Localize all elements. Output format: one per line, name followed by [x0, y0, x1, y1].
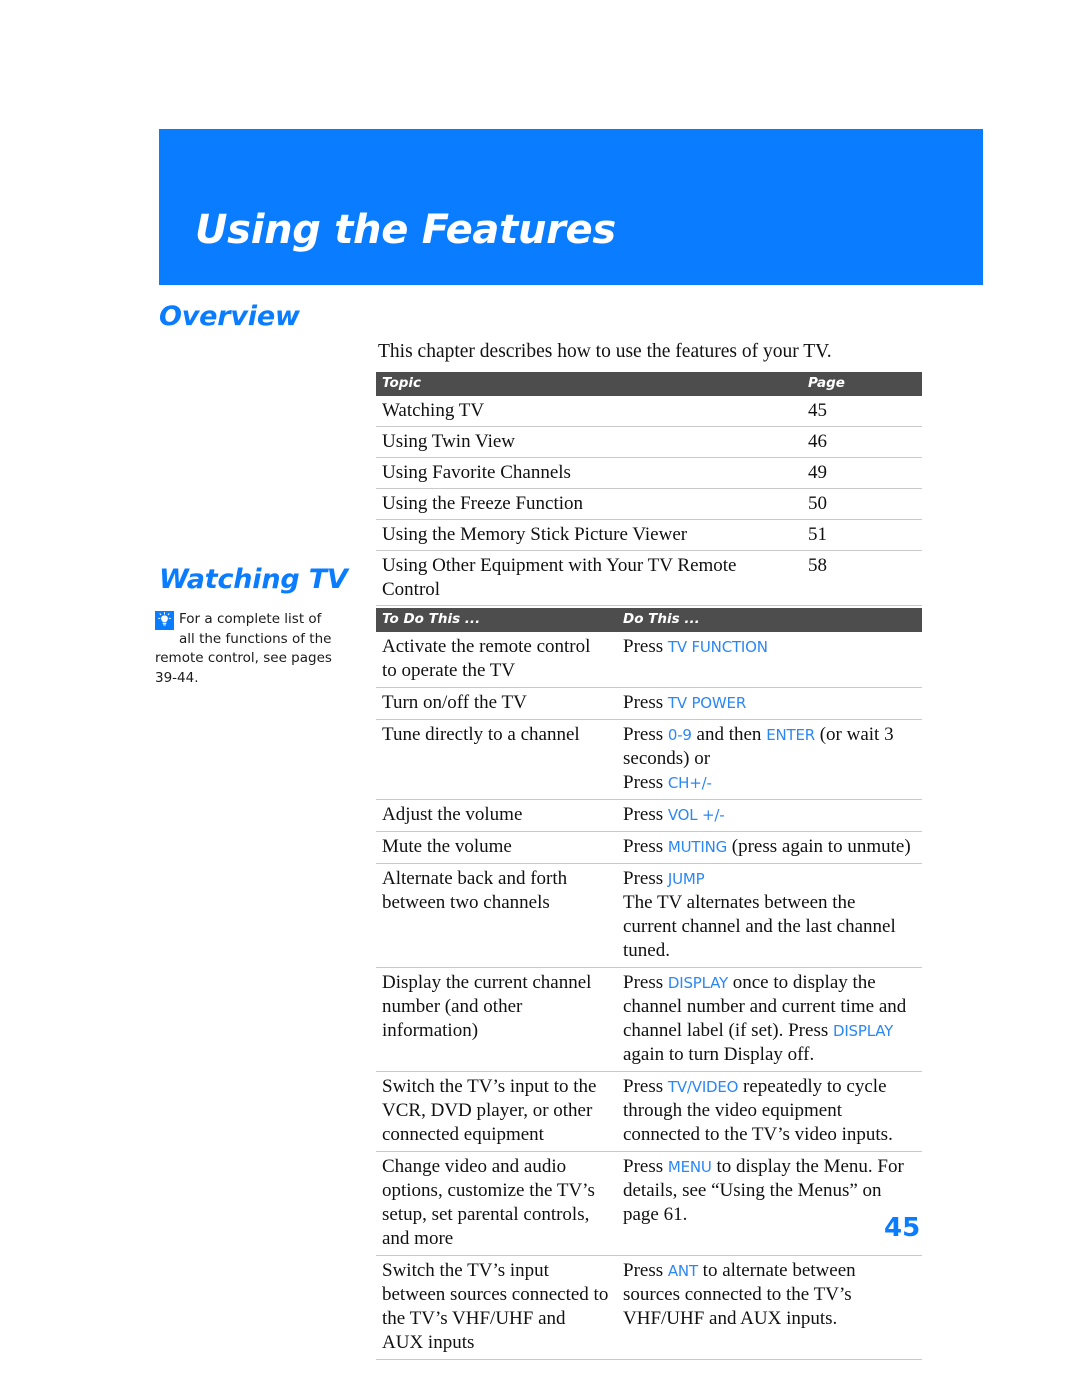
table-row: Adjust the volume Press VOL +/-: [376, 799, 922, 832]
cell-page: 45: [802, 396, 922, 427]
overview-intro-text: This chapter describes how to use the fe…: [378, 341, 832, 362]
cell-page: 49: [802, 457, 922, 489]
cell-to-do-this: Tune directly to a channel: [376, 719, 617, 800]
chapter-banner: Using the Features: [159, 129, 983, 285]
instruction-text: Press: [623, 636, 668, 657]
remote-key-label: ENTER: [766, 726, 815, 744]
remote-key-label: VOL +/-: [667, 806, 725, 824]
remote-key-label: ANT: [667, 1262, 698, 1280]
cell-do-this: Press ANT to alternate between sources c…: [617, 1255, 922, 1360]
instruction-text: Press: [623, 804, 668, 825]
remote-key-label: MENU: [667, 1158, 712, 1176]
table-row: Mute the volume Press MUTING (press again…: [376, 831, 922, 864]
cell-do-this: Press 0-9 and then ENTER (or wait 3 seco…: [617, 719, 922, 800]
section-heading-overview: Overview: [159, 301, 300, 332]
cell-topic: Using Other Equipment with Your TV Remot…: [376, 550, 802, 606]
cell-to-do-this: Change video and audio options, customiz…: [376, 1151, 617, 1256]
cell-do-this: Press MENU to display the Menu. For deta…: [617, 1151, 922, 1256]
cell-do-this: Press DISPLAY once to display the channe…: [617, 967, 922, 1072]
cell-topic: Using Twin View: [376, 426, 802, 458]
cell-page: 58: [802, 550, 922, 606]
column-header-topic: Topic: [376, 372, 802, 396]
page-number: 45: [884, 1213, 921, 1243]
instruction-text: (press again to unmute): [727, 836, 911, 857]
remote-key-label: 0-9: [667, 726, 692, 744]
cell-to-do-this: Mute the volume: [376, 831, 617, 864]
remote-key-label: TV POWER: [667, 694, 747, 712]
table-row: Using Favorite Channels 49: [376, 457, 922, 489]
table-row: Using Twin View 46: [376, 426, 922, 458]
instruction-text: and then: [691, 724, 767, 745]
tip-note-text: For a complete list of all the functions…: [155, 611, 332, 686]
overview-topics-table: Topic Page Watching TV 45 Using Twin View 4…: [376, 372, 922, 606]
cell-topic: Using Favorite Channels: [376, 457, 802, 489]
remote-key-label: DISPLAY: [832, 1022, 894, 1040]
table-row: Using the Freeze Function 50: [376, 488, 922, 520]
cell-page: 50: [802, 488, 922, 520]
table-header-row: Topic Page: [376, 372, 922, 396]
table-row: Watching TV 45: [376, 396, 922, 427]
tip-note: For a complete list of all the functions…: [155, 610, 340, 688]
remote-key-label: TV/VIDEO: [667, 1078, 739, 1096]
watching-tv-actions-table: To Do This ... Do This ... Activate the …: [376, 608, 922, 1360]
cell-to-do-this: Alternate back and forth between two cha…: [376, 863, 617, 968]
table-row: Activate the remote control to operate t…: [376, 632, 922, 688]
section-heading-watching-tv: Watching TV: [159, 564, 348, 595]
instruction-text: Press: [623, 724, 668, 745]
instruction-text: Press: [623, 692, 668, 713]
table-row: Switch the TV’s input between sources co…: [376, 1255, 922, 1360]
cell-topic: Using the Memory Stick Picture Viewer: [376, 519, 802, 551]
cell-to-do-this: Switch the TV’s input between sources co…: [376, 1255, 617, 1360]
cell-to-do-this: Activate the remote control to operate t…: [376, 632, 617, 688]
cell-do-this: Press JUMP The TV alternates between the …: [617, 863, 922, 968]
cell-do-this: Press TV FUNCTION: [617, 632, 922, 688]
cell-to-do-this: Display the current channel number (and …: [376, 967, 617, 1072]
instruction-text: Press: [623, 1076, 668, 1097]
instruction-text: Press: [623, 1260, 668, 1281]
instruction-text: Press: [623, 868, 668, 889]
cell-do-this: Press TV/VIDEO repeatedly to cycle throu…: [617, 1071, 922, 1152]
table-row: Display the current channel number (and …: [376, 967, 922, 1072]
cell-page: 51: [802, 519, 922, 551]
remote-key-label: JUMP: [667, 870, 705, 888]
instruction-text: The TV alternates between the current ch…: [623, 892, 896, 961]
cell-to-do-this: Switch the TV’s input to the VCR, DVD pl…: [376, 1071, 617, 1152]
cell-do-this: Press TV POWER: [617, 687, 922, 720]
cell-topic: Watching TV: [376, 396, 802, 427]
cell-topic: Using the Freeze Function: [376, 488, 802, 520]
table-row: Using Other Equipment with Your TV Remot…: [376, 550, 922, 606]
instruction-text: Press: [623, 772, 668, 793]
chapter-title: Using the Features: [195, 207, 616, 253]
table-row: Using the Memory Stick Picture Viewer 51: [376, 519, 922, 551]
table-row: Change video and audio options, customiz…: [376, 1151, 922, 1256]
column-header-do-this: Do This ...: [617, 608, 922, 632]
cell-to-do-this: Adjust the volume: [376, 799, 617, 832]
table-row: Alternate back and forth between two cha…: [376, 863, 922, 968]
instruction-text: Press: [623, 972, 668, 993]
remote-key-label: CH+/-: [667, 774, 712, 792]
cell-do-this: Press VOL +/-: [617, 799, 922, 832]
remote-key-label: TV FUNCTION: [667, 638, 768, 656]
tip-lightbulb-icon: [155, 611, 174, 630]
column-header-page: Page: [802, 372, 922, 396]
table-row: Tune directly to a channel Press 0-9 and …: [376, 719, 922, 800]
cell-to-do-this: Turn on/off the TV: [376, 687, 617, 720]
cell-do-this: Press MUTING (press again to unmute): [617, 831, 922, 864]
instruction-text: Press: [623, 836, 668, 857]
instruction-text: again to turn Display off.: [623, 1044, 815, 1065]
remote-key-label: MUTING: [667, 838, 728, 856]
table-row: Turn on/off the TV Press TV POWER: [376, 687, 922, 720]
instruction-text: Press: [623, 1156, 668, 1177]
table-row: Switch the TV’s input to the VCR, DVD pl…: [376, 1071, 922, 1152]
column-header-to-do-this: To Do This ...: [376, 608, 617, 632]
remote-key-label: DISPLAY: [667, 974, 728, 992]
table-header-row: To Do This ... Do This ...: [376, 608, 922, 632]
cell-page: 46: [802, 426, 922, 458]
